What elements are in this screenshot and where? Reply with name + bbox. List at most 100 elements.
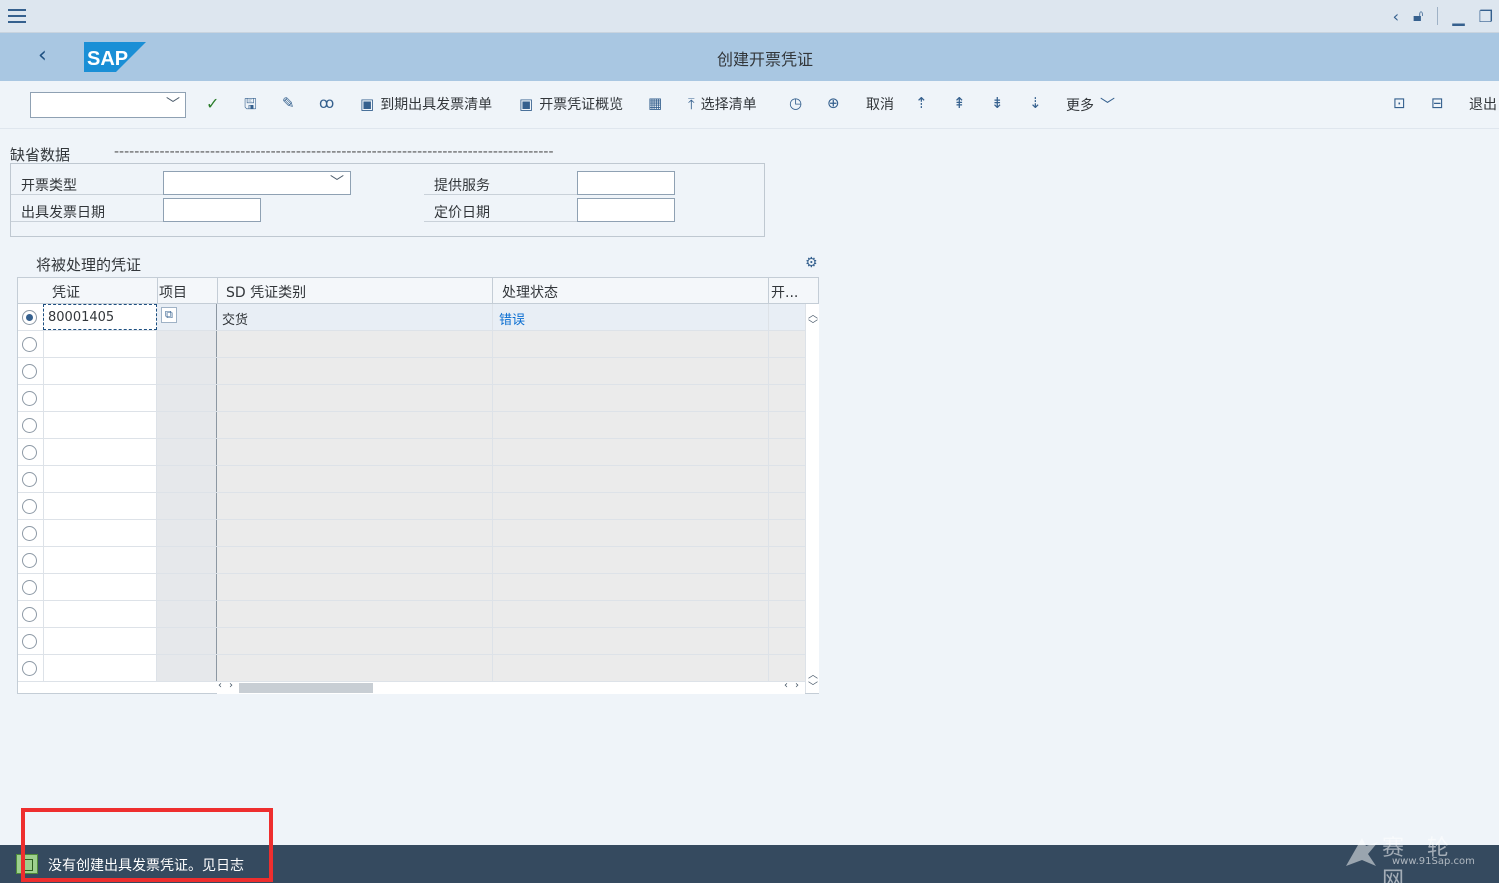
table-row[interactable] bbox=[18, 493, 805, 520]
row-select-radio[interactable] bbox=[22, 580, 37, 595]
invoice-date-input[interactable] bbox=[163, 198, 261, 222]
table-row[interactable] bbox=[18, 331, 805, 358]
exit-button[interactable]: 退出 bbox=[1469, 94, 1497, 114]
calendar-button[interactable]: ▦ bbox=[648, 94, 662, 112]
row-select-radio[interactable] bbox=[22, 445, 37, 460]
lock-icon[interactable]: 🔓︎ bbox=[1413, 6, 1423, 26]
row-select-radio[interactable] bbox=[22, 553, 37, 568]
menu-icon[interactable] bbox=[8, 9, 26, 23]
check-button[interactable]: ✓ bbox=[206, 94, 219, 113]
table-row[interactable] bbox=[18, 412, 805, 439]
gear-icon[interactable]: ⚙ bbox=[805, 255, 818, 271]
scroll-left-icon[interactable]: ‹ bbox=[218, 680, 222, 691]
table-row[interactable] bbox=[18, 466, 805, 493]
col-header-billing[interactable]: 开... bbox=[771, 282, 798, 302]
doc-number-cell[interactable] bbox=[43, 493, 157, 519]
horizontal-scrollbar[interactable]: ‹ › ‹ › bbox=[217, 680, 805, 694]
select-list-button[interactable]: ⤒ 选择清单 bbox=[688, 94, 757, 114]
row-select-radio[interactable] bbox=[22, 391, 37, 406]
col-header-category[interactable]: SD 凭证类别 bbox=[226, 282, 306, 302]
divider bbox=[768, 655, 769, 681]
divider bbox=[492, 601, 493, 627]
row-rest bbox=[217, 574, 805, 600]
doc-number-cell[interactable] bbox=[43, 439, 157, 465]
table-row[interactable] bbox=[18, 547, 805, 574]
billing-overview-button[interactable]: ▣ 开票凭证概览 bbox=[519, 94, 623, 114]
pricing-date-label: 定价日期 bbox=[424, 198, 577, 222]
table-row[interactable] bbox=[18, 439, 805, 466]
doc-up2-button[interactable]: ⇞ bbox=[953, 94, 966, 112]
col-header-item[interactable]: 项目 bbox=[159, 282, 187, 302]
table-row[interactable] bbox=[18, 385, 805, 412]
add-button[interactable]: ⊕ bbox=[827, 94, 840, 112]
doc-number-cell[interactable] bbox=[43, 547, 157, 573]
window-button[interactable]: ⊟ bbox=[1431, 94, 1444, 112]
scroll-down-icon[interactable]: ﹀ bbox=[808, 316, 818, 331]
doc-down2-button[interactable]: ⇣ bbox=[1029, 94, 1042, 112]
table-row[interactable] bbox=[18, 628, 805, 655]
row-select-radio[interactable] bbox=[22, 364, 37, 379]
table-row[interactable] bbox=[18, 574, 805, 601]
item-cell bbox=[157, 547, 217, 573]
new-window-button[interactable]: ⊡ bbox=[1393, 94, 1406, 112]
doc-down-button[interactable]: ⇟ bbox=[991, 94, 1004, 112]
scroll-thumb[interactable] bbox=[239, 683, 373, 693]
status-message[interactable]: 没有创建出具发票凭证。见日志 bbox=[48, 855, 244, 875]
history-button[interactable]: ◷ bbox=[789, 94, 802, 112]
row-select-radio[interactable] bbox=[22, 499, 37, 514]
doc-number-cell[interactable] bbox=[43, 655, 157, 681]
doc-up-button[interactable]: ⇡ bbox=[915, 94, 928, 112]
doc-number-cell[interactable] bbox=[43, 628, 157, 654]
table-row[interactable] bbox=[18, 655, 805, 682]
cancel-button[interactable]: 取消 bbox=[866, 94, 894, 114]
edit-button[interactable]: ✎ bbox=[282, 94, 295, 112]
pricing-date-input[interactable] bbox=[577, 198, 675, 222]
command-field[interactable]: ﹀ bbox=[30, 92, 186, 118]
scroll-right-icon[interactable]: › bbox=[795, 680, 799, 691]
col-header-status[interactable]: 处理状态 bbox=[502, 282, 558, 302]
image-icon: ▣ bbox=[360, 95, 375, 113]
doc-number-cell[interactable] bbox=[43, 331, 157, 357]
status-link[interactable]: 错误 bbox=[499, 309, 525, 328]
due-invoice-list-button[interactable]: ▣ 到期出具发票清单 bbox=[360, 94, 492, 114]
back-nav-icon[interactable]: ‹ bbox=[1393, 7, 1399, 26]
item-cell[interactable]: ⧉ bbox=[157, 304, 217, 330]
row-select-radio[interactable] bbox=[22, 472, 37, 487]
restore-icon[interactable]: ❐ bbox=[1479, 7, 1493, 26]
row-select-radio[interactable] bbox=[22, 526, 37, 541]
row-select-radio[interactable] bbox=[22, 607, 37, 622]
table-row[interactable] bbox=[18, 601, 805, 628]
doc-number-cell[interactable] bbox=[43, 601, 157, 627]
row-select-radio[interactable] bbox=[22, 418, 37, 433]
doc-number-cell[interactable]: 80001405 bbox=[43, 304, 157, 330]
divider bbox=[768, 628, 769, 654]
divider bbox=[768, 574, 769, 600]
divider bbox=[492, 304, 493, 330]
minimize-icon[interactable]: ▁ bbox=[1452, 7, 1464, 26]
doc-number-cell[interactable] bbox=[43, 358, 157, 384]
scroll-left-icon[interactable]: ‹ bbox=[784, 680, 788, 691]
more-button[interactable]: 更多 ﹀ bbox=[1066, 94, 1115, 115]
doc-number-cell[interactable] bbox=[43, 520, 157, 546]
scroll-down-icon[interactable]: ﹀ bbox=[808, 678, 818, 693]
table-row[interactable] bbox=[18, 358, 805, 385]
doc-number-cell[interactable] bbox=[43, 385, 157, 411]
col-header-doc[interactable]: 凭证 bbox=[52, 282, 80, 302]
vertical-scrollbar[interactable]: ︿ ﹀ ︿ ﹀ bbox=[805, 304, 819, 693]
billing-type-select[interactable]: ﹀ bbox=[163, 171, 351, 195]
save-button[interactable]: 🖫 bbox=[244, 94, 257, 119]
service-input[interactable] bbox=[577, 171, 675, 195]
doc-number-cell[interactable] bbox=[43, 466, 157, 492]
info-icon[interactable] bbox=[16, 854, 38, 874]
doc-number-cell[interactable] bbox=[43, 574, 157, 600]
row-select-radio[interactable] bbox=[22, 661, 37, 676]
row-select-radio[interactable] bbox=[22, 634, 37, 649]
table-row[interactable] bbox=[18, 520, 805, 547]
row-select-radio[interactable] bbox=[22, 310, 37, 325]
copy-icon[interactable]: ⧉ bbox=[161, 307, 177, 323]
scroll-right-icon[interactable]: › bbox=[229, 680, 233, 691]
table-row[interactable]: 80001405 ⧉ 交货 错误 bbox=[18, 304, 805, 331]
doc-number-cell[interactable] bbox=[43, 412, 157, 438]
display-button[interactable]: ꝏ bbox=[319, 94, 334, 112]
row-select-radio[interactable] bbox=[22, 337, 37, 352]
